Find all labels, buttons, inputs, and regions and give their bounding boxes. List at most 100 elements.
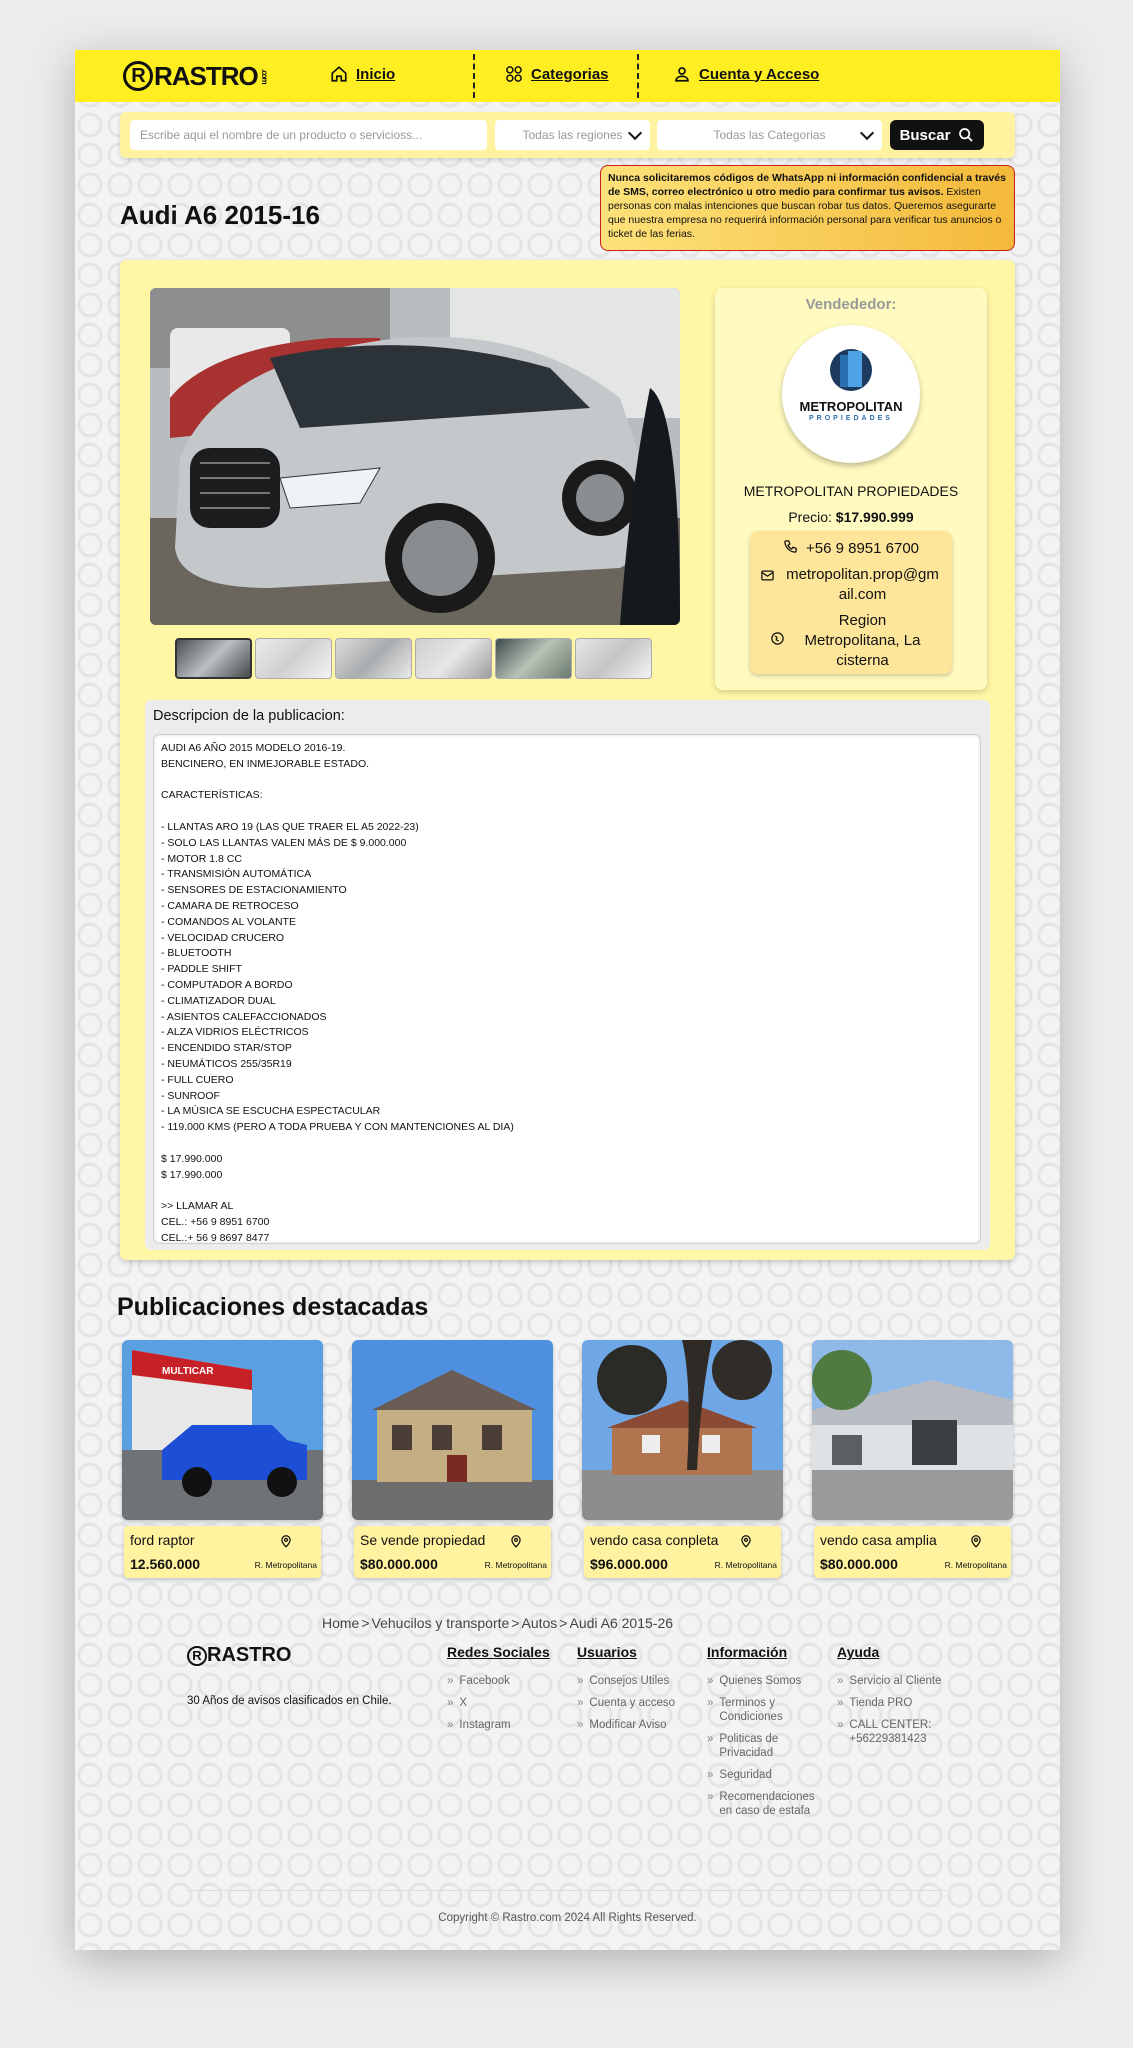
seller-name: METROPOLITAN PROPIEDADES [743,483,959,499]
search-button[interactable]: Buscar [890,120,984,150]
footer-divider [187,1890,947,1891]
house-photo-illustration [812,1340,1013,1520]
chevron-down-icon [627,125,643,141]
footer-link[interactable]: Terminos y Condiciones [707,1696,817,1724]
footer-link[interactable]: Cuenta y acceso [577,1696,697,1710]
footer-link[interactable]: Politicas de Privacidad [707,1732,817,1760]
seller-label: Vendededor: [805,296,897,313]
featured-item-region: R. Metropolitana [714,1560,777,1570]
featured-info: vendo casa conpleta $96.000.000 R. Metro… [584,1526,781,1578]
breadcrumb-subcategory[interactable]: Autos [521,1615,557,1631]
description-section: Descripcion de la publicacion: AUDI A6 A… [145,700,990,1250]
contact-email[interactable]: metropolitan.prop@gmail.com [750,565,952,605]
price: Precio: $17.990.999 [715,509,987,525]
footer-column-title: Ayuda [837,1644,880,1660]
user-icon [675,67,689,82]
house-photo-illustration [352,1340,553,1520]
thumbnail[interactable] [255,638,332,679]
security-warning: Nunca solicitaremos códigos de WhatsApp … [600,165,1015,251]
breadcrumb-home[interactable]: Home [322,1615,359,1631]
footer-logo[interactable]: R RASTRO [187,1644,291,1667]
thumbnail-strip [175,638,652,679]
search-button-label: Buscar [899,126,951,144]
featured-item-price: $80.000.000 [360,1556,438,1572]
breadcrumb-separator: > [559,1615,568,1631]
logo-text: RASTRO [154,60,259,91]
footer-link[interactable]: Recomendaciones en caso de estafa [707,1790,817,1818]
thumbnail[interactable] [175,638,252,679]
footer-column-help: Ayuda Servicio al Cliente Tienda PRO CAL… [837,1644,962,1754]
footer-link[interactable]: Modificar Aviso [577,1718,697,1732]
footer-link[interactable]: Quienes Somos [707,1674,817,1688]
footer-link[interactable]: Tienda PRO [837,1696,962,1710]
footer-column-social: Redes Sociales Facebook X Instagram [447,1644,567,1740]
seller-logo[interactable]: METROPOLITAN PROPIEDADES [782,325,920,463]
thumbnail[interactable] [335,638,412,679]
building-icon [830,349,872,391]
featured-item-region: R. Metropolitana [254,1560,317,1570]
logo-r-mark: R [123,61,153,91]
thumbnail[interactable] [575,638,652,679]
nav-home-label: Inicio [356,65,396,83]
email-address: metropolitan.prop@gmail.com [786,566,939,603]
home-icon [331,66,347,82]
car-photo-illustration [150,288,680,625]
search-input[interactable]: Escribe aqui el nombre de un producto o … [130,120,487,150]
page: R RASTRO .com Inicio Categorias Cuenta y… [75,50,1060,1950]
search-bar: Escribe aqui el nombre de un producto o … [120,112,1015,158]
footer-link[interactable]: CALL CENTER: +56229381423 [837,1718,962,1746]
page-title: Audi A6 2015-16 [120,200,320,230]
featured-item-title: vendo casa amplia [820,1532,937,1548]
seller-panel: Vendededor: METROPOLITAN PROPIEDADES MET… [715,288,987,690]
thumbnail[interactable] [415,638,492,679]
breadcrumb-separator: > [361,1615,370,1631]
nav-account[interactable]: Cuenta y Acceso [673,65,819,83]
featured-card[interactable]: Se vende propiedad $80.000.000 R. Metrop… [352,1340,553,1578]
featured-info: Se vende propiedad $80.000.000 R. Metrop… [354,1526,551,1578]
region-text: Region Metropolitana, La cisterna [804,612,921,669]
thumbnail[interactable] [495,638,572,679]
featured-image [352,1340,553,1520]
category-select-value: Todas las Categorias [713,128,826,142]
footer-link[interactable]: Seguridad [707,1768,817,1782]
featured-card[interactable]: vendo casa conpleta $96.000.000 R. Metro… [582,1340,783,1578]
nav-categories[interactable]: Categorias [505,65,609,83]
footer-logo-text: RASTRO [207,1644,292,1666]
breadcrumb-current: Audi A6 2015-26 [569,1615,674,1631]
nav-divider [637,54,639,98]
footer-link-instagram[interactable]: Instagram [447,1718,567,1732]
price-label: Precio: [788,509,832,525]
listing-card: Vendededor: METROPOLITAN PROPIEDADES MET… [120,260,1015,1260]
top-nav-bar: R RASTRO .com Inicio Categorias Cuenta y… [75,50,1060,102]
footer-column-info: Información Quienes Somos Terminos y Con… [707,1644,817,1826]
featured-card[interactable]: vendo casa amplia $80.000.000 R. Metropo… [812,1340,1013,1578]
footer-link[interactable]: Servicio al Cliente [837,1674,962,1688]
footer-link-facebook[interactable]: Facebook [447,1674,567,1688]
truck-photo-illustration: MULTICAR [122,1340,323,1520]
region-select[interactable]: Todas las regiones [495,120,650,150]
footer-link[interactable]: Consejos Utiles [577,1674,697,1688]
featured-image [812,1340,1013,1520]
featured-card[interactable]: MULTICAR ford raptor 12.560.000 R. Metro… [122,1340,323,1578]
house-photo-illustration [582,1340,783,1520]
nav-divider [473,54,475,98]
description-title: Descripcion de la publicacion: [153,708,345,724]
map-pin-icon [511,1535,521,1548]
site-logo[interactable]: R RASTRO .com [123,60,269,92]
footer-link-x[interactable]: X [447,1696,567,1710]
breadcrumb-category[interactable]: Vehucilos y transporte [372,1615,510,1631]
category-select[interactable]: Todas las Categorias [657,120,882,150]
featured-item-region: R. Metropolitana [944,1560,1007,1570]
featured-item-price: $80.000.000 [820,1556,898,1572]
contact-phone[interactable]: +56 9 8951 6700 [750,539,952,559]
mail-icon [760,570,774,581]
featured-image [582,1340,783,1520]
footer-column-title: Usuarios [577,1644,637,1660]
nav-home[interactable]: Inicio [330,65,395,83]
seller-logo-subtext: PROPIEDADES [809,415,893,422]
footer-tagline: 30 Años de avisos clasificados en Chile. [187,1695,392,1707]
footer-column-title: Redes Sociales [447,1644,550,1660]
featured-item-title: vendo casa conpleta [590,1532,719,1548]
main-photo[interactable] [150,288,680,625]
breadcrumb: Home > Vehucilos y transporte > Autos > Audi A… [322,1615,675,1631]
